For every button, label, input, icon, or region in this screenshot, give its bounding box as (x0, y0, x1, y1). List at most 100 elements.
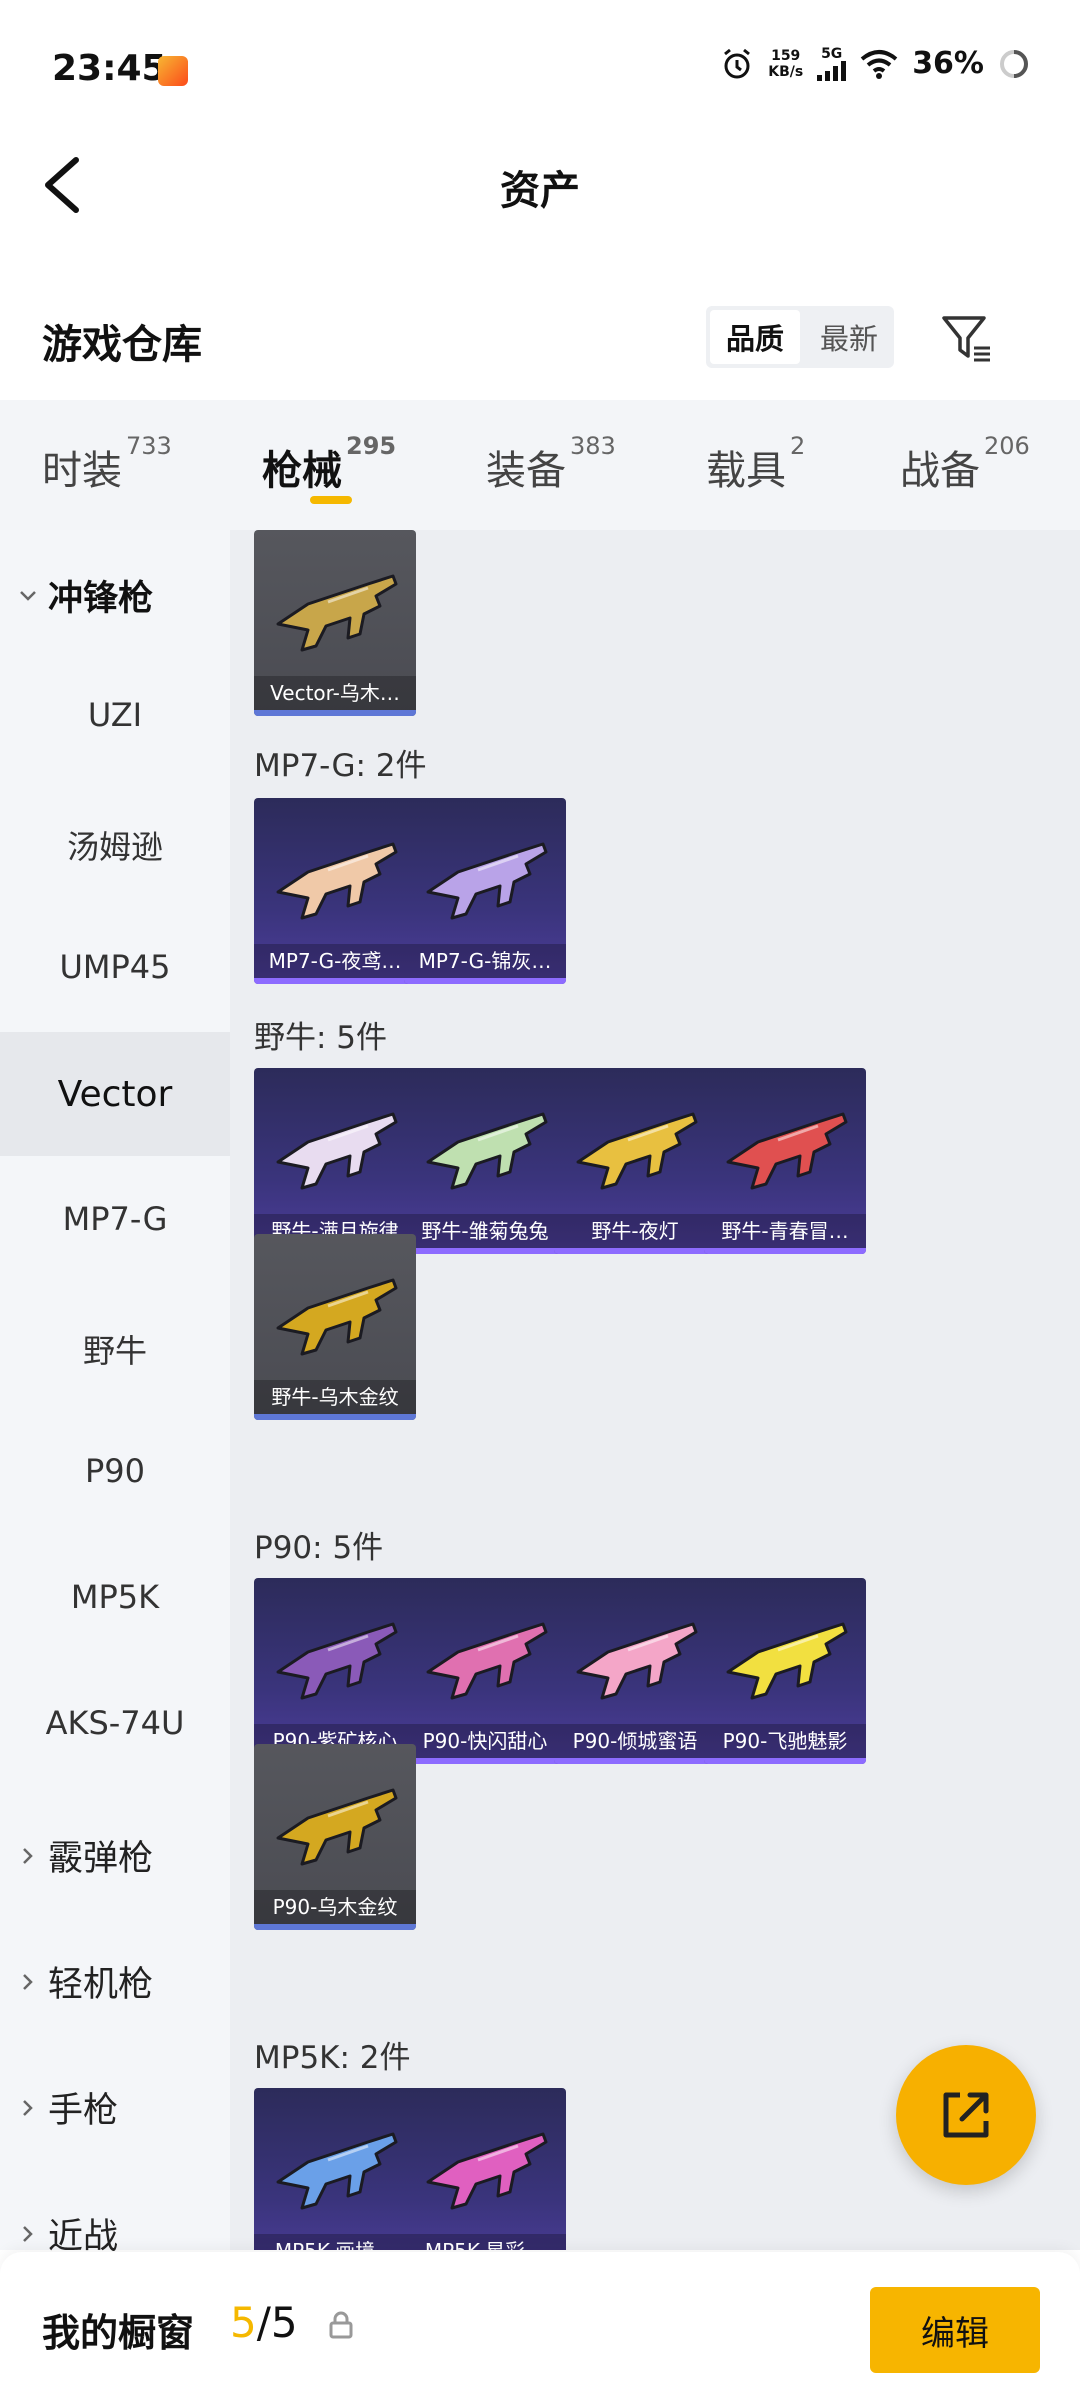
sort-toggle: 品质 最新 (706, 306, 894, 368)
sort-quality-button[interactable]: 品质 (710, 310, 800, 364)
battery-ring-icon (1000, 49, 1028, 78)
weapon-skin-icon (426, 1622, 548, 1700)
network-type: 5G (821, 45, 843, 62)
weapon-card-name: 野牛-乌木金纹 (254, 1380, 416, 1414)
weapon-card[interactable]: MP7-G-锦灰… (404, 798, 566, 984)
category-tabs: 时装733 枪械295 装备383 载具2 战备206 (0, 400, 1080, 530)
chevron-down-icon (20, 590, 36, 601)
sidebar-category-lmg[interactable]: 轻机枪 (18, 1956, 153, 2007)
rarity-bar (404, 978, 566, 984)
weapon-card[interactable]: 野牛-满月旋律 (254, 1068, 416, 1254)
tab-fashion[interactable]: 时装733 (42, 432, 172, 496)
rarity-bar (254, 1924, 416, 1930)
weapon-card[interactable]: P90-乌木金纹 (254, 1744, 416, 1930)
sidebar-item-uzi[interactable]: UZI (0, 696, 230, 734)
weapon-skin-icon (276, 2132, 398, 2210)
weapon-card[interactable]: 野牛-青春冒… (704, 1068, 866, 1254)
weapon-card[interactable]: P90-倾城蜜语 (554, 1578, 716, 1764)
tab-equipment[interactable]: 装备383 (486, 432, 616, 496)
chevron-right-icon (23, 2225, 33, 2242)
weapon-skin-icon (426, 842, 548, 920)
tab-vehicles[interactable]: 载具2 (706, 432, 805, 496)
lock-icon (328, 2310, 354, 2340)
rarity-bar (404, 1248, 566, 1254)
weapon-card-name: MP5K-星彩… (404, 2234, 566, 2250)
weapon-skin-icon (276, 842, 398, 920)
weapon-card-name: Vector-乌木… (254, 676, 416, 710)
sidebar-item-bizon[interactable]: 野牛 (0, 1326, 230, 1372)
sidebar-item-ump45[interactable]: UMP45 (0, 948, 230, 986)
external-link-icon (943, 2092, 989, 2138)
group-label-bizon: 野牛: 5件 (254, 1020, 388, 1056)
app-notification-icon (158, 56, 188, 86)
sidebar-item-mp5k[interactable]: MP5K (0, 1578, 230, 1616)
weapon-card-name: P90-飞驰魅影 (704, 1724, 866, 1758)
weapon-skin-icon (576, 1112, 698, 1190)
sort-newest-button[interactable]: 最新 (804, 306, 894, 368)
battery-percent: 36% (912, 46, 984, 81)
sidebar-item-aks74u[interactable]: AKS-74U (0, 1704, 230, 1742)
rarity-bar (254, 1414, 416, 1420)
weapon-skin-icon (276, 1622, 398, 1700)
sidebar-category-smg[interactable]: 冲锋枪 (18, 570, 153, 621)
sidebar-category-pistol[interactable]: 手枪 (18, 2082, 118, 2133)
sidebar-item-mp7g[interactable]: MP7-G (0, 1200, 230, 1238)
tab-supplies[interactable]: 战备206 (900, 432, 1030, 496)
weapon-skin-icon (276, 1788, 398, 1866)
weapon-sidebar: 冲锋枪 UZI 汤姆逊 UMP45 Vector MP7-G 野牛 P90 MP… (0, 530, 230, 2257)
page-title: 资产 (500, 168, 580, 214)
weapon-card[interactable]: MP5K-画境… (254, 2088, 416, 2250)
filter-button[interactable] (938, 310, 994, 366)
weapon-card[interactable]: P90-紫矿核心 (254, 1578, 416, 1764)
status-indicators: 159 KB/s 5G 36% (720, 46, 1030, 81)
weapon-skin-icon (276, 574, 398, 652)
network-speed: 159 KB/s (768, 47, 804, 80)
weapon-card[interactable]: P90-快闪甜心 (404, 1578, 566, 1764)
rarity-bar (254, 978, 416, 984)
weapon-skin-icon (576, 1622, 698, 1700)
edit-button[interactable]: 编辑 (870, 2287, 1040, 2373)
weapon-card-name: MP7-G-锦灰… (404, 944, 566, 978)
weapon-card-name: 野牛-夜灯 (554, 1214, 716, 1248)
rarity-bar (704, 1248, 866, 1254)
filter-icon (942, 316, 990, 362)
showcase-label: 我的橱窗 (42, 2311, 195, 2355)
tab-firearms[interactable]: 枪械295 (262, 432, 396, 496)
weapon-skin-icon (276, 1112, 398, 1190)
weapon-card-name: P90-倾城蜜语 (554, 1724, 716, 1758)
weapon-card[interactable]: MP7-G-夜鸢… (254, 798, 416, 984)
weapon-card[interactable]: 野牛-夜灯 (554, 1068, 716, 1254)
weapon-card-name: 野牛-青春冒… (704, 1214, 866, 1248)
group-label-p90: P90: 5件 (254, 1530, 384, 1566)
wifi-icon (860, 49, 898, 79)
warehouse-title: 游戏仓库 (42, 322, 202, 368)
active-tab-indicator (310, 496, 352, 504)
group-label-mp5k: MP5K: 2件 (254, 2040, 411, 2076)
weapon-card[interactable]: Vector-乌木… (254, 530, 416, 716)
weapon-card-name: P90-乌木金纹 (254, 1890, 416, 1924)
weapon-card-name: P90-快闪甜心 (404, 1724, 566, 1758)
share-button[interactable] (896, 2045, 1036, 2185)
chevron-right-icon (23, 1973, 33, 1990)
weapon-card[interactable]: MP5K-星彩… (404, 2088, 566, 2250)
weapon-card[interactable]: 野牛-雏菊兔兔 (404, 1068, 566, 1254)
rarity-bar (554, 1248, 716, 1254)
sidebar-item-p90[interactable]: P90 (0, 1452, 230, 1490)
group-label-mp7g: MP7-G: 2件 (254, 748, 427, 784)
sidebar-item-vector[interactable]: Vector (0, 1074, 230, 1115)
weapon-card[interactable]: P90-飞驰魅影 (704, 1578, 866, 1764)
sidebar-item-thompson[interactable]: 汤姆逊 (0, 822, 230, 868)
chevron-right-icon (23, 2099, 33, 2116)
alarm-icon (724, 48, 751, 78)
status-time: 23:45 (52, 48, 167, 89)
signal-icon (817, 60, 847, 81)
weapon-grid: MP7-G: 2件 野牛: 5件 P90: 5件 MP5K: 2件 Vector… (230, 530, 1080, 2250)
sidebar-category-shotgun[interactable]: 霰弹枪 (18, 1830, 153, 1881)
rarity-bar (704, 1758, 866, 1764)
rarity-bar (554, 1758, 716, 1764)
weapon-card-name: MP5K-画境… (254, 2234, 416, 2250)
weapon-skin-icon (726, 1112, 848, 1190)
weapon-card[interactable]: 野牛-乌木金纹 (254, 1234, 416, 1420)
chevron-right-icon (23, 1847, 33, 1864)
weapon-skin-icon (276, 1278, 398, 1356)
